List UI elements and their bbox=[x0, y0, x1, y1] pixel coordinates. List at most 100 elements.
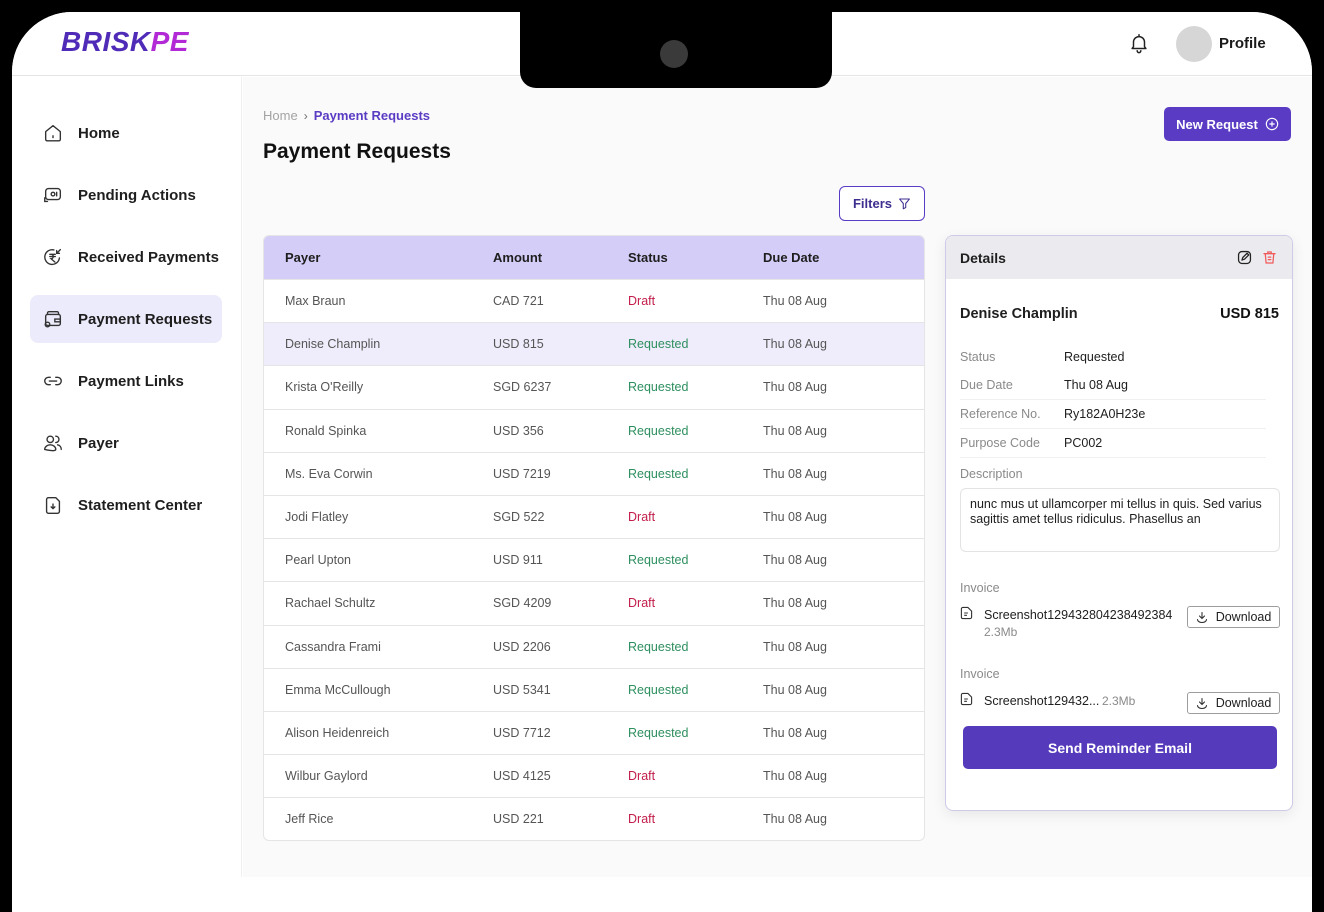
table-row[interactable]: Max Braun CAD 721 Draft Thu 08 Aug bbox=[264, 279, 924, 322]
chevron-right-icon: › bbox=[303, 108, 308, 123]
sidebar-item-label: Payer bbox=[78, 434, 119, 452]
profile-link[interactable]: Profile bbox=[1219, 35, 1266, 52]
download-icon bbox=[1196, 611, 1207, 623]
cell-payer: Rachael Schultz bbox=[285, 596, 376, 611]
sidebar-item-label: Home bbox=[78, 124, 120, 142]
edit-icon[interactable] bbox=[1236, 249, 1253, 266]
sidebar-item-statement-center[interactable]: Statement Center bbox=[30, 481, 222, 529]
table-row[interactable]: Wilbur Gaylord USD 4125 Draft Thu 08 Aug bbox=[264, 754, 924, 797]
cell-amount: CAD 721 bbox=[493, 294, 544, 309]
cell-status: Draft bbox=[628, 769, 656, 784]
cell-amount: SGD 4209 bbox=[493, 596, 552, 611]
cell-due-date: Thu 08 Aug bbox=[763, 725, 827, 740]
sidebar-item-payer[interactable]: Payer bbox=[30, 419, 222, 467]
cell-status: Draft bbox=[628, 596, 656, 611]
statement-icon bbox=[45, 496, 61, 514]
cell-payer: Cassandra Frami bbox=[285, 639, 381, 654]
table-row[interactable]: Rachael Schultz SGD 4209 Draft Thu 08 Aug bbox=[264, 581, 924, 624]
table-row[interactable]: Denise Champlin USD 815 Requested Thu 08 Au… bbox=[264, 322, 924, 366]
download-label: Download bbox=[1215, 696, 1272, 710]
cell-status: Requested bbox=[628, 682, 689, 697]
cell-amount: USD 911 bbox=[493, 553, 543, 568]
cell-status: Draft bbox=[628, 812, 656, 827]
new-request-button[interactable]: New Request bbox=[1164, 107, 1291, 141]
logo-text-pe: PE bbox=[150, 26, 189, 57]
download-label: Download bbox=[1215, 610, 1272, 624]
download-button[interactable]: Download bbox=[1187, 692, 1280, 714]
file-icon bbox=[960, 606, 973, 620]
invoice-label: Invoice bbox=[960, 667, 1000, 681]
details-panel: Details Denise Champlin USD 815 Status R… bbox=[945, 235, 1293, 811]
column-header-due-date[interactable]: Due Date bbox=[763, 250, 924, 265]
download-button[interactable]: Download bbox=[1187, 606, 1280, 628]
delete-icon[interactable] bbox=[1261, 249, 1278, 266]
cell-amount: USD 5341 bbox=[493, 682, 551, 697]
description-label: Description bbox=[960, 467, 1023, 481]
cell-payer: Ms. Eva Corwin bbox=[285, 466, 373, 481]
table-row[interactable]: Ronald Spinka USD 356 Requested Thu 08 Aug bbox=[264, 408, 924, 452]
cell-status: Requested bbox=[628, 337, 689, 352]
column-header-amount[interactable]: Amount bbox=[493, 250, 628, 265]
table-row[interactable]: Ms. Eva Corwin USD 7219 Requested Thu 08 Au… bbox=[264, 451, 924, 495]
table-row[interactable]: Jodi Flatley SGD 522 Draft Thu 08 Aug bbox=[264, 494, 924, 538]
device-notch bbox=[520, 12, 832, 88]
sidebar-item-label: Payment Links bbox=[78, 372, 184, 390]
cell-payer: Jeff Rice bbox=[285, 812, 334, 827]
invoice-file-name[interactable]: Screenshot129432... bbox=[984, 694, 1099, 708]
download-icon bbox=[1196, 697, 1207, 709]
cell-amount: SGD 522 bbox=[493, 510, 545, 525]
cell-due-date: Thu 08 Aug bbox=[763, 466, 827, 481]
table-row[interactable]: Pearl Upton USD 911 Requested Thu 08 Aug bbox=[264, 538, 924, 581]
table-row[interactable]: Alison Heidenreich USD 7712 Requested Thu 0… bbox=[264, 710, 924, 754]
invoice-file-name[interactable]: Screenshot129432804238492384 bbox=[984, 608, 1172, 622]
table-row[interactable]: Cassandra Frami USD 2206 Requested Thu 08 A… bbox=[264, 624, 924, 668]
table-header: Payer Amount Status Due Date bbox=[264, 236, 924, 279]
breadcrumb: Home › Payment Requests bbox=[263, 108, 430, 123]
column-header-payer[interactable]: Payer bbox=[264, 250, 493, 265]
detail-label: Reference No. bbox=[960, 407, 1041, 421]
table-row[interactable]: Jeff Rice USD 221 Draft Thu 08 Aug bbox=[264, 797, 924, 840]
filter-icon bbox=[899, 198, 910, 210]
detail-row-status: Status Requested bbox=[960, 342, 1266, 371]
sidebar-item-pending-actions[interactable]: Pending Actions bbox=[30, 171, 222, 219]
sidebar-item-label: Statement Center bbox=[78, 496, 203, 514]
home-icon bbox=[44, 124, 62, 142]
cell-payer: Emma McCullough bbox=[285, 682, 391, 697]
sidebar-item-payment-links[interactable]: Payment Links bbox=[30, 357, 222, 405]
sidebar-item-label: Pending Actions bbox=[78, 186, 196, 204]
send-reminder-button[interactable]: Send Reminder Email bbox=[963, 726, 1277, 769]
detail-row-purpose-code: Purpose Code PC002 bbox=[960, 429, 1266, 458]
cell-due-date: Thu 08 Aug bbox=[763, 812, 827, 827]
invoice-file-size: 2.3Mb bbox=[1102, 694, 1136, 708]
detail-label: Status bbox=[960, 349, 996, 364]
avatar[interactable] bbox=[1176, 26, 1212, 62]
sidebar: Home Pending Actions Received Payments P… bbox=[12, 77, 242, 877]
details-header: Details bbox=[946, 236, 1292, 279]
cell-payer: Krista O'Reilly bbox=[285, 380, 364, 395]
link-icon bbox=[44, 376, 62, 386]
cell-due-date: Thu 08 Aug bbox=[763, 553, 827, 568]
sidebar-item-received-payments[interactable]: Received Payments bbox=[30, 233, 222, 281]
cell-due-date: Thu 08 Aug bbox=[763, 682, 827, 697]
bell-icon[interactable] bbox=[1128, 32, 1150, 54]
cell-payer: Wilbur Gaylord bbox=[285, 769, 368, 784]
cell-due-date: Thu 08 Aug bbox=[763, 380, 827, 395]
table-row[interactable]: Emma McCullough USD 5341 Requested Thu 08 A… bbox=[264, 667, 924, 711]
pending-actions-icon bbox=[44, 187, 62, 203]
breadcrumb-home[interactable]: Home bbox=[263, 108, 298, 123]
cell-amount: USD 815 bbox=[493, 337, 544, 352]
cell-due-date: Thu 08 Aug bbox=[763, 294, 827, 309]
cell-due-date: Thu 08 Aug bbox=[763, 337, 827, 352]
brand-logo[interactable]: BRISKPE bbox=[61, 26, 189, 58]
camera-icon bbox=[660, 40, 688, 68]
sidebar-item-payment-requests[interactable]: Payment Requests bbox=[30, 295, 222, 343]
invoice-label: Invoice bbox=[960, 581, 1000, 595]
table-row[interactable]: Krista O'Reilly SGD 6237 Requested Thu 08 A… bbox=[264, 365, 924, 408]
filters-button[interactable]: Filters bbox=[839, 186, 925, 221]
cell-due-date: Thu 08 Aug bbox=[763, 423, 827, 438]
cell-status: Requested bbox=[628, 466, 689, 481]
cell-payer: Max Braun bbox=[285, 294, 346, 309]
column-header-status[interactable]: Status bbox=[628, 250, 763, 265]
cell-payer: Jodi Flatley bbox=[285, 510, 349, 525]
sidebar-item-home[interactable]: Home bbox=[30, 109, 222, 157]
